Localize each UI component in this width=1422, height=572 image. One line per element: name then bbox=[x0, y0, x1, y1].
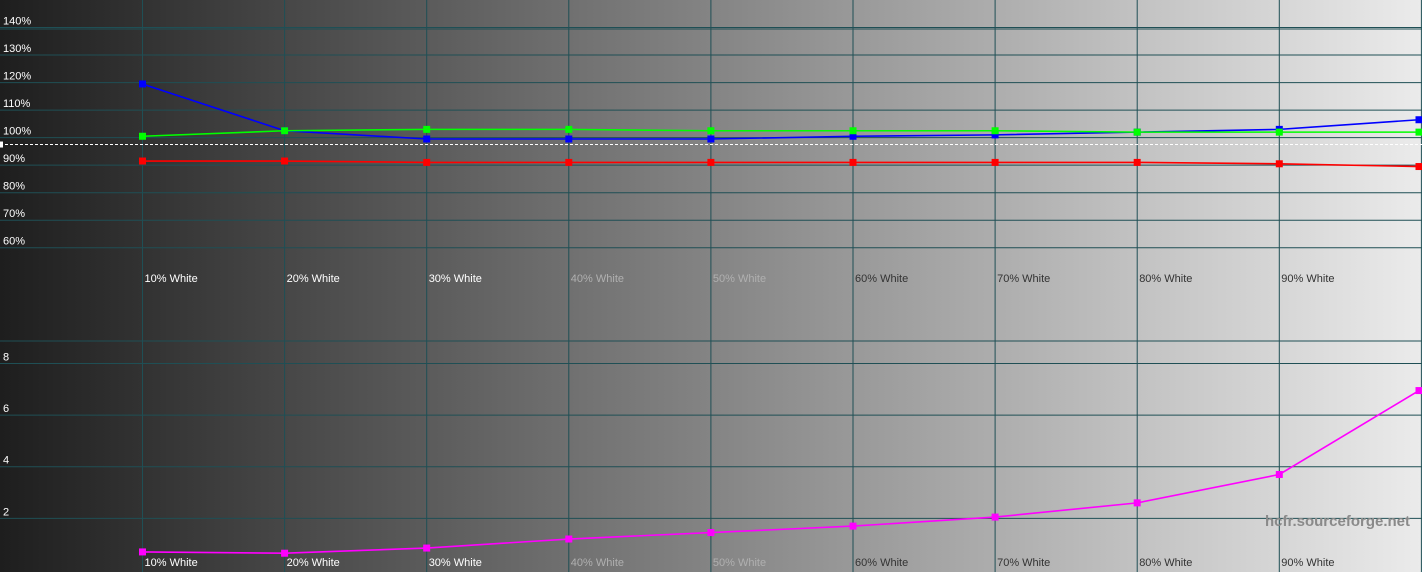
y-tick-label: 60% bbox=[3, 236, 25, 248]
x-tick-label: 30% White bbox=[429, 557, 482, 569]
x-tick-label: 80% White bbox=[1139, 557, 1192, 569]
data-point bbox=[1133, 158, 1141, 166]
data-point bbox=[1415, 163, 1422, 171]
series-layer bbox=[139, 80, 1422, 557]
data-point bbox=[565, 135, 573, 143]
x-tick-label: 10% White bbox=[145, 273, 198, 285]
data-point bbox=[565, 158, 573, 166]
data-point bbox=[707, 529, 715, 537]
x-tick-label: 30% White bbox=[429, 273, 482, 285]
y-tick-label: 80% bbox=[3, 181, 25, 193]
data-point bbox=[849, 127, 857, 135]
y-tick-label: 140% bbox=[3, 16, 31, 28]
x-tick-label: 40% White bbox=[571, 273, 624, 285]
data-point bbox=[707, 127, 715, 135]
x-tick-label: 40% White bbox=[571, 557, 624, 569]
data-point bbox=[991, 513, 999, 521]
x-tick-label: 50% White bbox=[713, 273, 766, 285]
series-line bbox=[142, 160, 1420, 168]
y-tick-label: 90% bbox=[3, 153, 25, 165]
x-tick-label: 70% White bbox=[997, 557, 1050, 569]
data-point bbox=[423, 158, 431, 166]
data-point bbox=[849, 522, 857, 530]
watermark-text: hcfr.sourceforge.net bbox=[1265, 513, 1410, 530]
plot-area: 60% 70% 80% 90% 100% 110% 120% 130% 140% 10% Whit… bbox=[0, 0, 1422, 572]
data-point bbox=[707, 135, 715, 143]
data-point bbox=[991, 158, 999, 166]
y-tick-label: 8 bbox=[3, 351, 9, 363]
x-tick-label: 80% White bbox=[1139, 273, 1192, 285]
y-tick-label: 130% bbox=[3, 43, 31, 55]
data-point bbox=[1133, 499, 1141, 507]
x-tick-label: 10% White bbox=[145, 557, 198, 569]
x-tick-label: 20% White bbox=[287, 557, 340, 569]
data-point bbox=[1275, 470, 1283, 478]
label-layer: 60% 70% 80% 90% 100% 110% 120% 130% 140% 10% Whit… bbox=[3, 16, 1335, 569]
y-tick-label: 100% bbox=[3, 126, 31, 138]
x-tick-label: 90% White bbox=[1281, 273, 1334, 285]
x-tick-label: 50% White bbox=[713, 557, 766, 569]
data-point bbox=[1415, 128, 1422, 136]
y-tick-label: 120% bbox=[3, 71, 31, 83]
data-point bbox=[281, 157, 289, 165]
x-tick-label: 70% White bbox=[997, 273, 1050, 285]
data-point bbox=[423, 544, 431, 552]
data-point bbox=[281, 549, 289, 557]
data-point bbox=[1415, 116, 1422, 124]
data-point bbox=[707, 158, 715, 166]
x-tick-label: 60% White bbox=[855, 273, 908, 285]
y-tick-label: 2 bbox=[3, 506, 9, 518]
data-point bbox=[423, 135, 431, 143]
data-point bbox=[849, 158, 857, 166]
data-point bbox=[565, 125, 573, 133]
y-tick-label: 4 bbox=[3, 455, 9, 467]
data-point bbox=[1275, 160, 1283, 168]
grid-layer bbox=[0, 0, 1422, 572]
data-point bbox=[565, 535, 573, 543]
data-point bbox=[423, 125, 431, 133]
x-tick-label: 20% White bbox=[287, 273, 340, 285]
hcfr-chart: 60% 70% 80% 90% 100% 110% 120% 130% 140% 10% Whit… bbox=[0, 0, 1422, 572]
data-point bbox=[139, 157, 146, 165]
data-point bbox=[139, 132, 146, 140]
data-point bbox=[139, 80, 146, 88]
y-tick-label: 70% bbox=[3, 208, 25, 220]
data-point bbox=[139, 548, 146, 556]
data-point bbox=[1415, 387, 1422, 395]
y-tick-label: 6 bbox=[3, 403, 9, 415]
reference-marker bbox=[0, 141, 3, 148]
data-point bbox=[991, 127, 999, 135]
y-tick-label: 110% bbox=[3, 98, 31, 110]
data-point bbox=[1133, 128, 1141, 136]
x-tick-label: 60% White bbox=[855, 557, 908, 569]
x-tick-label: 90% White bbox=[1281, 557, 1334, 569]
data-point bbox=[1275, 128, 1283, 136]
data-point bbox=[281, 127, 289, 135]
